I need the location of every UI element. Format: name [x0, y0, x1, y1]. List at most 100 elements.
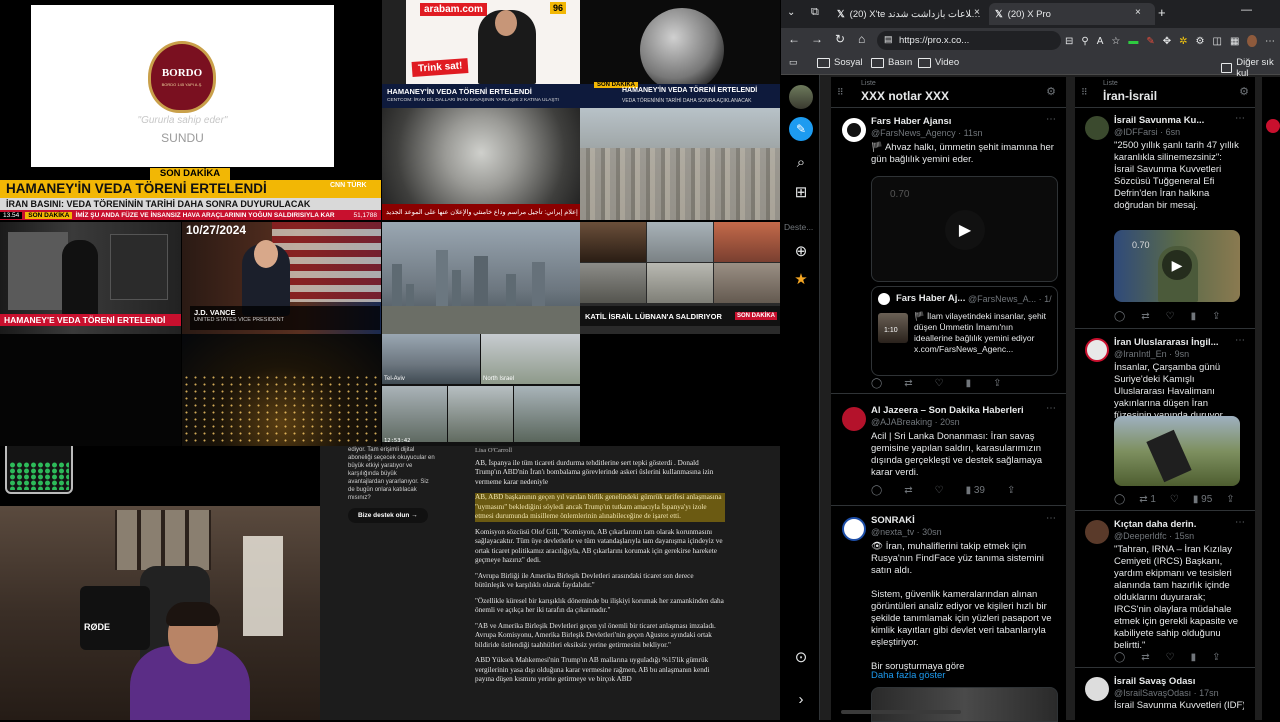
tab-actions-icon[interactable]: ⌄ — [787, 7, 795, 18]
tweet-image[interactable] — [1114, 416, 1240, 486]
column-settings-icon[interactable]: ⚙ — [1046, 85, 1056, 98]
share-icon[interactable]: ⇪ — [1226, 494, 1234, 505]
horizontal-scrollbar[interactable] — [841, 710, 961, 714]
tweet-author[interactable]: Al Jazeera – Son Dakika Haberleri — [871, 405, 1024, 416]
retweet-icon[interactable]: ⇄ — [904, 378, 912, 389]
extension-icons[interactable]: ⊟ ⚲ A ☆ ▬ ✎ ✥ ✲ ⚙ ◫ ▦ ⋯ — [1065, 32, 1275, 50]
tab-grid-icon[interactable]: ⧉ — [811, 6, 819, 19]
like-icon[interactable]: ♡ — [1170, 494, 1179, 505]
tweet-handle[interactable]: @AJABreaking · 20sn — [871, 417, 960, 427]
bookmarks-toggle-icon[interactable]: ▭ — [789, 57, 798, 68]
tweet[interactable]: Fars Haber Ajansı @FarsNews_Agency · 11s… — [831, 108, 1066, 394]
play-icon[interactable]: ▶ — [945, 210, 985, 250]
bookmark-basin[interactable]: Basın — [871, 57, 912, 68]
ext-red-icon[interactable]: ✎ — [1146, 36, 1154, 47]
share-icon[interactable]: ⇪ — [993, 378, 1001, 389]
like-icon[interactable]: ♡ — [935, 485, 944, 496]
tweet-author[interactable]: Kıçtan daha derin. — [1114, 519, 1196, 530]
tweet[interactable]: İran Uluslararası İngil... @IranIntl_En … — [1075, 330, 1255, 511]
address-bar[interactable]: ▤ https://pro.x.co... — [877, 31, 1061, 50]
avatar[interactable] — [842, 118, 866, 142]
more-options-icon[interactable]: ⊙ — [790, 646, 812, 668]
views-icon[interactable]: ▮ — [966, 378, 972, 389]
quoted-tweet[interactable]: Fars Haber Aj... @FarsNews_A... · 1/ 1:1… — [871, 286, 1058, 376]
views-icon[interactable]: ▮ 95 — [1193, 494, 1212, 505]
support-button[interactable]: Bize destek olun → — [348, 508, 428, 523]
tweet[interactable]: İsrail Savaş Odası @IsrailSavaşOdası · 1… — [1075, 669, 1255, 720]
tab-2-close-icon[interactable]: × — [1135, 7, 1141, 18]
tweet-more-icon[interactable]: ⋯ — [1046, 513, 1056, 524]
show-more-link[interactable]: Daha fazla göster — [871, 670, 945, 681]
search-icon[interactable]: ⌕ — [790, 151, 812, 173]
like-icon[interactable]: ♡ — [935, 378, 944, 389]
tweet-more-icon[interactable]: ⋯ — [1235, 113, 1245, 124]
avatar[interactable] — [1085, 520, 1109, 544]
retweet-icon[interactable]: ⇄ — [1141, 652, 1149, 663]
avatar[interactable] — [1085, 677, 1109, 701]
tweet-handle[interactable]: @nexta_tv · 30sn — [871, 527, 942, 537]
ext-gear-icon[interactable]: ⚙ — [1196, 36, 1205, 47]
tweet-author[interactable]: SONRAKİ — [871, 515, 915, 526]
bookmark-sosyal[interactable]: Sosyal — [817, 57, 863, 68]
deck-star-icon[interactable]: ★ — [790, 268, 812, 290]
tab-2[interactable]: 𝕏 (20) X Pro — [989, 3, 1155, 25]
like-icon[interactable]: ♡ — [1166, 311, 1175, 322]
tweet[interactable]: İsrail Savunma Ku... @IDFFarsi · 6sn ⋯ "… — [1075, 108, 1255, 329]
reply-icon[interactable]: ◯ — [1114, 494, 1125, 505]
expand-nav-icon[interactable]: › — [790, 688, 812, 710]
tweet-video[interactable]: 0.70 ▶ — [1114, 230, 1240, 302]
play-icon[interactable]: ▶ — [1162, 250, 1192, 280]
reply-icon[interactable]: ◯ — [871, 485, 882, 496]
compose-icon[interactable]: ✎ — [789, 117, 813, 141]
article-author[interactable]: Lisa O'Carroll — [475, 446, 725, 456]
avatar[interactable] — [842, 517, 866, 541]
views-icon[interactable]: ▮ — [1191, 652, 1197, 663]
profile-avatar[interactable] — [1247, 35, 1257, 47]
share-icon[interactable]: ⇪ — [1212, 311, 1220, 322]
ext-green-icon[interactable]: ▬ — [1128, 36, 1138, 47]
tweet-more-icon[interactable]: ⋯ — [1046, 114, 1056, 125]
tweet[interactable]: SONRAKİ @nexta_tv · 30sn ⋯ 👁 İran, muhal… — [831, 507, 1066, 722]
bookmark-other[interactable]: Diğer sık kul — [1221, 57, 1280, 79]
tweet-more-icon[interactable]: ⋯ — [1235, 335, 1245, 346]
reply-icon[interactable]: ◯ — [1114, 311, 1125, 322]
retweet-icon[interactable]: ⇄ — [904, 485, 912, 496]
back-icon[interactable]: ← — [788, 32, 800, 46]
column-settings-icon[interactable]: ⚙ — [1239, 85, 1249, 98]
reply-icon[interactable]: ◯ — [1114, 652, 1125, 663]
avatar[interactable] — [1085, 116, 1109, 140]
share-icon[interactable]: ⇪ — [1007, 485, 1015, 496]
tweet-author[interactable]: İran Uluslararası İngil... — [1114, 337, 1219, 348]
favorite-icon[interactable]: ☆ — [1111, 36, 1120, 47]
translate-icon[interactable]: A — [1097, 36, 1104, 47]
split-screen-icon[interactable]: ◫ — [1213, 36, 1222, 47]
nav-avatar[interactable] — [789, 85, 813, 109]
tweet-handle[interactable]: @Deeperldfc · 15sn — [1114, 531, 1194, 541]
tab-1-close-icon[interactable]: × — [974, 7, 980, 18]
retweet-icon[interactable]: ⇄ 1 — [1139, 494, 1156, 505]
like-icon[interactable]: ♡ — [1166, 652, 1175, 663]
home-icon[interactable]: ⌂ — [858, 32, 865, 46]
tweet-more-icon[interactable]: ⋯ — [1046, 403, 1056, 414]
forward-icon[interactable]: → — [811, 32, 823, 46]
zoom-icon[interactable]: ⚲ — [1081, 36, 1088, 47]
ext-puzzle-icon[interactable]: ✥ — [1163, 36, 1171, 47]
retweet-icon[interactable]: ⇄ — [1141, 311, 1149, 322]
tweet-video[interactable]: 0.70 ▶ — [871, 176, 1058, 282]
reload-icon[interactable]: ↻ — [835, 32, 845, 46]
collections-icon[interactable]: ▦ — [1230, 36, 1239, 47]
drag-handle-icon[interactable]: ⠿ — [1081, 87, 1088, 98]
ext-star-icon[interactable]: ✲ — [1179, 36, 1187, 47]
reply-icon[interactable]: ◯ — [871, 378, 882, 389]
views-icon[interactable]: ▮ — [1191, 311, 1197, 322]
tab-1[interactable]: 𝕏 (20) X'te ت اطلاعات بازداشت شدند — [833, 5, 987, 23]
tweet[interactable]: Al Jazeera – Son Dakika Haberleri @AJABr… — [831, 395, 1066, 506]
avatar[interactable] — [1085, 338, 1109, 362]
tweet[interactable]: Kıçtan daha derin. @Deeperldfc · 15sn ⋯ … — [1075, 512, 1255, 668]
more-icon[interactable]: ⋯ — [1265, 36, 1275, 47]
tweet-author[interactable]: Fars Haber Ajansı — [871, 116, 951, 127]
tweet-author[interactable]: İsrail Savunma Ku... — [1114, 115, 1204, 126]
tweet-handle[interactable]: @FarsNews_Agency · 11sn — [871, 128, 983, 138]
minimize-icon[interactable]: — — [1241, 4, 1252, 16]
add-column-icon[interactable]: ⊞ — [790, 181, 812, 203]
